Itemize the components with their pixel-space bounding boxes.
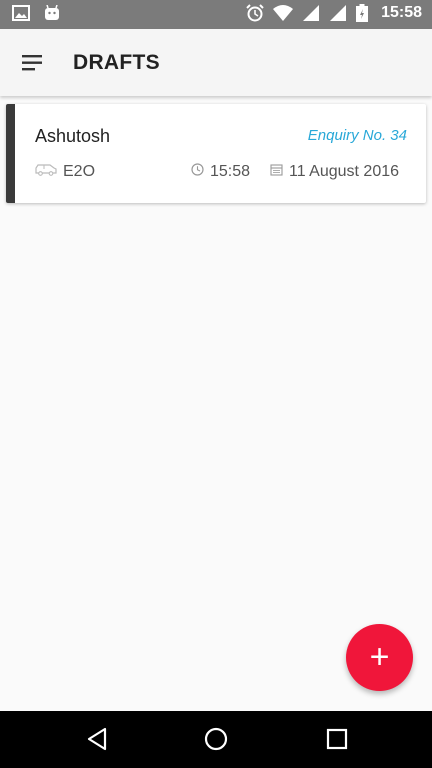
plus-icon: + [369,638,390,676]
android-icon [44,5,60,21]
vehicle-icon [35,163,63,181]
route-label: E2O [63,163,96,180]
customer-name: Ashutosh [35,126,111,146]
card-accent-bar [6,104,15,203]
navigation-bar [0,711,432,768]
home-icon[interactable] [204,727,228,756]
page-title: DRAFTS [73,51,160,74]
calendar-icon [270,163,289,181]
date-label: 11 August 2016 [289,163,400,180]
battery-icon [356,4,369,22]
app-bar: DRAFTS [0,29,432,96]
wifi-icon [273,5,294,21]
add-draft-button[interactable]: + [346,624,413,691]
route-info: E2O [35,163,95,181]
date-info: 11 August 2016 [270,163,399,181]
time-label: 15:58 [210,163,251,180]
signal-icon [302,4,320,22]
time-info: 15:58 [191,163,250,181]
clock-icon [191,163,210,181]
alarm-icon [246,4,264,22]
signal-icon-2 [329,4,347,22]
screen: 15:58 DRAFTS Ashutosh Enquiry No. 34 E2O [0,0,432,768]
hamburger-menu-icon[interactable] [22,53,44,73]
status-time: 15:58 [381,4,422,21]
status-bar: 15:58 [0,0,432,29]
enquiry-number: Enquiry No. 34 [307,127,407,144]
recents-icon[interactable] [326,727,348,756]
back-icon[interactable] [86,727,108,756]
image-icon [12,5,30,21]
draft-card[interactable]: Ashutosh Enquiry No. 34 E2O 15:58 11 Aug… [6,104,426,203]
